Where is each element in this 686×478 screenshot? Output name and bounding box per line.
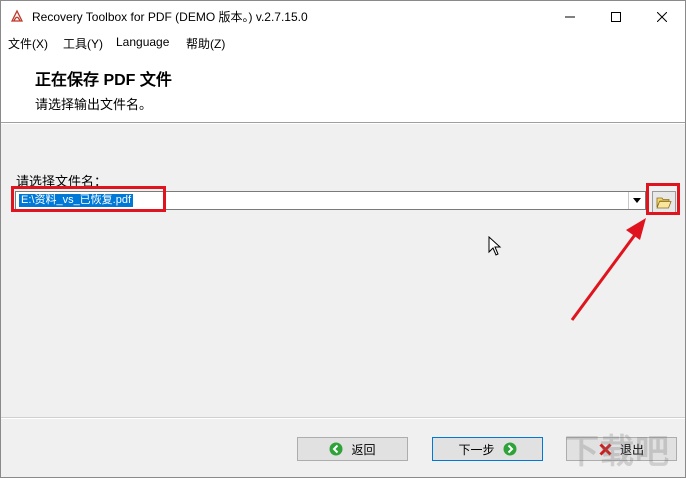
page-subtitle: 请选择输出文件名。 bbox=[35, 97, 153, 112]
next-button[interactable]: 下一步 bbox=[432, 437, 543, 461]
maximize-button[interactable] bbox=[593, 1, 639, 32]
minimize-button[interactable] bbox=[547, 1, 593, 32]
menu-tools[interactable]: 工具(Y) bbox=[63, 35, 103, 52]
file-highlight-box bbox=[11, 186, 166, 212]
page-title: 正在保存 PDF 文件 bbox=[35, 72, 172, 89]
menu-file[interactable]: 文件(X) bbox=[8, 35, 48, 52]
chevron-down-icon bbox=[633, 198, 641, 203]
next-button-label: 下一步 bbox=[458, 442, 495, 457]
next-arrow-icon bbox=[503, 442, 516, 456]
minimize-icon bbox=[565, 16, 575, 17]
wizard-header: 正在保存 PDF 文件 请选择输出文件名。 bbox=[1, 52, 685, 122]
menu-help[interactable]: 帮助(Z) bbox=[186, 35, 225, 52]
combobox-dropdown-button[interactable] bbox=[628, 192, 645, 209]
back-button-label: 返回 bbox=[351, 442, 376, 457]
maximize-icon bbox=[611, 11, 621, 22]
back-button[interactable]: 返回 bbox=[297, 437, 408, 461]
mouse-cursor-icon bbox=[488, 236, 502, 256]
pdf-app-icon bbox=[10, 9, 24, 22]
window-title: Recovery Toolbox for PDF (DEMO 版本。) v.2.… bbox=[32, 10, 308, 24]
menu-bar: 文件(X) 工具(Y) Language 帮助(Z) bbox=[1, 32, 685, 52]
back-arrow-icon bbox=[329, 442, 343, 456]
annotation-arrow bbox=[570, 218, 646, 321]
menu-language[interactable]: Language bbox=[116, 35, 169, 49]
close-button[interactable] bbox=[639, 1, 685, 32]
close-icon bbox=[657, 11, 667, 22]
title-bar[interactable]: Recovery Toolbox for PDF (DEMO 版本。) v.2.… bbox=[1, 1, 685, 32]
watermark: 下载吧 bbox=[565, 432, 670, 472]
